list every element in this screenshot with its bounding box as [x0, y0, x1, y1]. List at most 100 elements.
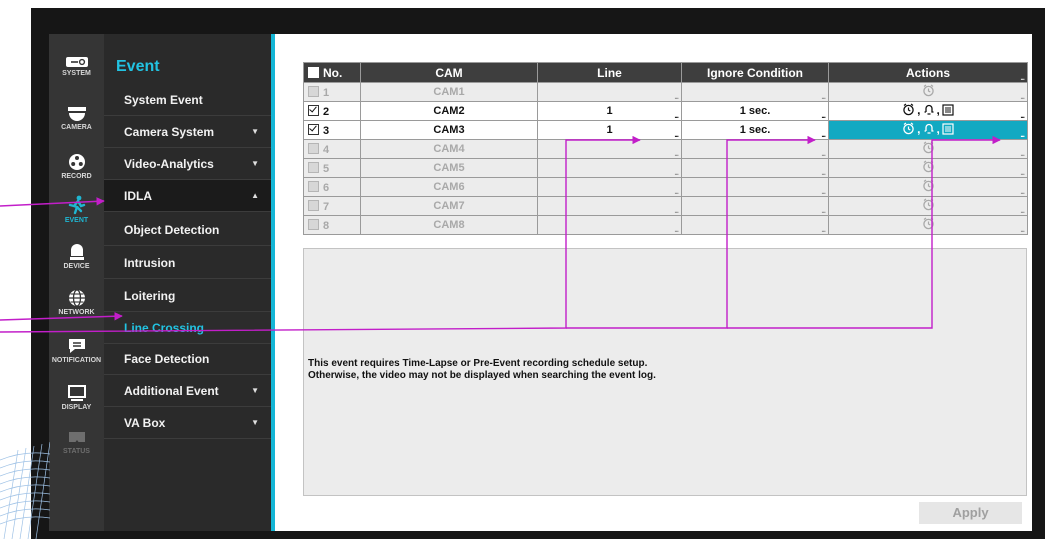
more-button[interactable]: ...	[821, 226, 826, 234]
menu-item-intrusion[interactable]: Intrusion	[104, 247, 271, 279]
rail-camera[interactable]: CAMERA	[49, 106, 104, 131]
more-button[interactable]: ...	[821, 131, 826, 139]
cell-actions[interactable]: ...	[828, 215, 1028, 235]
more-button[interactable]: ...	[821, 93, 826, 101]
cell-line[interactable]: ...	[537, 196, 682, 216]
cell-ignore-condition[interactable]: ...	[681, 158, 829, 178]
cell-line[interactable]: ...	[537, 139, 682, 159]
more-button[interactable]: ...	[821, 112, 826, 120]
cell-actions[interactable]: ...	[828, 196, 1028, 216]
cell-line[interactable]: ...	[537, 158, 682, 178]
rail-device[interactable]: DEVICE	[49, 243, 104, 270]
more-button[interactable]: ...	[1020, 207, 1025, 215]
rail-display[interactable]: DISPLAY	[49, 384, 104, 411]
cell-no[interactable]: 4	[303, 139, 361, 159]
menu-item-camera-system[interactable]: Camera System ▼	[104, 116, 271, 148]
cell-no[interactable]: 8	[303, 215, 361, 235]
cell-actions[interactable]: ,,...	[828, 120, 1028, 140]
more-button[interactable]: ...	[674, 188, 679, 196]
cell-ignore-condition[interactable]: ...	[681, 196, 829, 216]
menu-item-label: Line Crossing	[124, 321, 205, 335]
more-button[interactable]: ...	[821, 188, 826, 196]
row-checkbox[interactable]	[308, 180, 319, 192]
cell-line[interactable]: ...	[537, 177, 682, 197]
more-button[interactable]: ...	[1020, 112, 1025, 120]
cell-ignore-condition[interactable]: ...	[681, 139, 829, 159]
more-button[interactable]: ...	[1020, 74, 1025, 82]
rail-network[interactable]: NETWORK	[49, 289, 104, 316]
row-checkbox[interactable]	[308, 161, 319, 173]
cell-no[interactable]: 7	[303, 196, 361, 216]
select-all-checkbox[interactable]	[308, 66, 319, 78]
table-row[interactable]: 3 CAM3 1... 1 sec....,,...	[303, 120, 1028, 140]
more-button[interactable]: ...	[674, 131, 679, 139]
more-button[interactable]: ...	[1020, 93, 1025, 101]
more-button[interactable]: ...	[674, 207, 679, 215]
more-button[interactable]: ...	[1020, 131, 1025, 139]
cell-ignore-condition[interactable]: 1 sec....	[681, 120, 829, 140]
row-checkbox[interactable]	[308, 218, 319, 230]
table-row[interactable]: 1 CAM1.........	[303, 82, 1028, 102]
apply-button[interactable]: Apply	[919, 502, 1022, 524]
rail-event[interactable]: EVENT	[49, 195, 104, 224]
cell-no[interactable]: 5	[303, 158, 361, 178]
rail-status[interactable]: STATUS	[49, 430, 104, 455]
more-button[interactable]: ...	[674, 112, 679, 120]
menu-item-va-box[interactable]: VA Box ▼	[104, 407, 271, 439]
cell-line[interactable]: 1...	[537, 120, 682, 140]
row-checkbox[interactable]	[308, 199, 319, 211]
row-number: 3	[323, 124, 330, 137]
header-no[interactable]: No.	[303, 62, 361, 83]
row-checkbox[interactable]	[308, 85, 319, 97]
cell-actions[interactable]: ...	[828, 82, 1028, 102]
table-row[interactable]: 2 CAM2 1... 1 sec....,,...	[303, 101, 1028, 121]
cell-no[interactable]: 3	[303, 120, 361, 140]
more-button[interactable]: ...	[674, 226, 679, 234]
cell-actions[interactable]: ...	[828, 158, 1028, 178]
menu-item-system-event[interactable]: System Event	[104, 84, 271, 116]
menu-item-line-crossing[interactable]: Line Crossing	[104, 312, 271, 344]
cell-line[interactable]: 1...	[537, 101, 682, 121]
cell-ignore-condition[interactable]: 1 sec....	[681, 101, 829, 121]
menu-item-idla[interactable]: IDLA ▲	[104, 180, 271, 212]
menu-item-object-detection[interactable]: Object Detection	[104, 214, 271, 246]
header-actions[interactable]: Actions...	[828, 62, 1028, 83]
table-row[interactable]: 8 CAM8.........	[303, 215, 1028, 235]
device-icon	[69, 244, 84, 260]
more-button[interactable]: ...	[821, 207, 826, 215]
more-button[interactable]: ...	[1020, 188, 1025, 196]
cell-actions[interactable]: ,,...	[828, 101, 1028, 121]
cell-ignore-condition[interactable]: ...	[681, 82, 829, 102]
more-button[interactable]: ...	[674, 169, 679, 177]
rail-system[interactable]: SYSTEM	[49, 56, 104, 77]
more-button[interactable]: ...	[1020, 150, 1025, 158]
menu-item-additional-event[interactable]: Additional Event ▼	[104, 375, 271, 407]
table-row[interactable]: 7 CAM7.........	[303, 196, 1028, 216]
menu-item-loitering[interactable]: Loitering	[104, 280, 271, 312]
cell-no[interactable]: 1	[303, 82, 361, 102]
cell-no[interactable]: 6	[303, 177, 361, 197]
cell-ignore-condition[interactable]: ...	[681, 215, 829, 235]
row-checkbox[interactable]	[308, 104, 319, 116]
table-row[interactable]: 4 CAM4.........	[303, 139, 1028, 159]
more-button[interactable]: ...	[674, 93, 679, 101]
cell-line[interactable]: ...	[537, 215, 682, 235]
cell-actions[interactable]: ...	[828, 139, 1028, 159]
more-button[interactable]: ...	[821, 169, 826, 177]
more-button[interactable]: ...	[821, 150, 826, 158]
rail-notification[interactable]: NOTIFICATION	[49, 337, 104, 364]
cell-no[interactable]: 2	[303, 101, 361, 121]
cell-actions[interactable]: ...	[828, 177, 1028, 197]
row-checkbox[interactable]	[308, 142, 319, 154]
cell-ignore-condition[interactable]: ...	[681, 177, 829, 197]
rail-record[interactable]: RECORD	[49, 153, 104, 180]
more-button[interactable]: ...	[674, 150, 679, 158]
cell-line[interactable]: ...	[537, 82, 682, 102]
menu-item-video-analytics[interactable]: Video-Analytics ▼	[104, 148, 271, 180]
row-checkbox[interactable]	[308, 123, 319, 135]
menu-item-face-detection[interactable]: Face Detection	[104, 343, 271, 375]
table-row[interactable]: 5 CAM5.........	[303, 158, 1028, 178]
table-row[interactable]: 6 CAM6.........	[303, 177, 1028, 197]
more-button[interactable]: ...	[1020, 226, 1025, 234]
more-button[interactable]: ...	[1020, 169, 1025, 177]
